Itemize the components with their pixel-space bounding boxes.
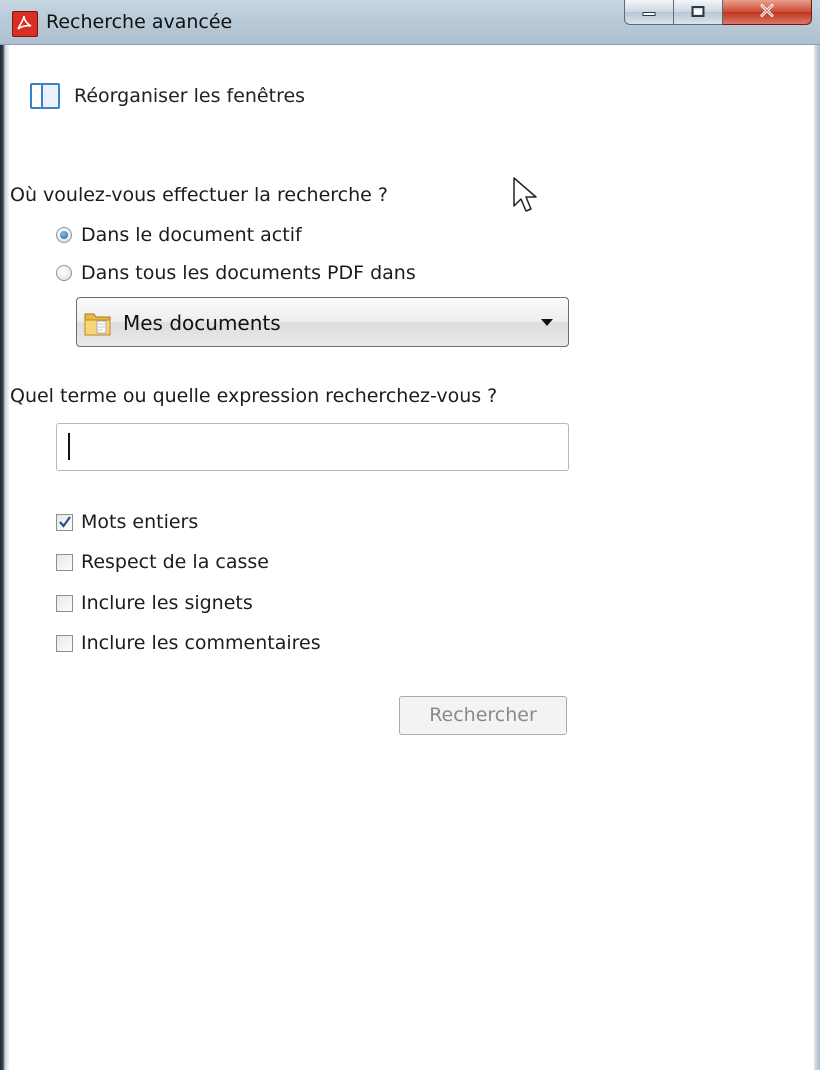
maximize-button[interactable] xyxy=(674,0,723,25)
option-whole-words[interactable]: Mots entiers xyxy=(56,511,198,533)
radio-active-document[interactable]: Dans le document actif xyxy=(56,224,302,246)
checkbox[interactable] xyxy=(56,553,73,571)
radio-label: Dans le document actif xyxy=(81,224,302,246)
radio-all-pdf-documents[interactable]: Dans tous les documents PDF dans xyxy=(56,262,416,284)
close-button[interactable] xyxy=(723,0,812,25)
radio-label: Dans tous les documents PDF dans xyxy=(81,262,416,284)
arrange-windows-button[interactable]: Réorganiser les fenêtres xyxy=(30,81,305,111)
minimize-button[interactable] xyxy=(624,0,674,25)
minimize-icon xyxy=(642,3,656,22)
folder-icon xyxy=(83,308,113,342)
option-match-case[interactable]: Respect de la casse xyxy=(56,551,269,573)
folder-dropdown-value: Mes documents xyxy=(123,311,281,335)
window-left-border xyxy=(0,0,9,1070)
mouse-pointer-icon xyxy=(512,176,542,224)
checkbox-label: Mots entiers xyxy=(81,511,199,533)
checkbox-checked[interactable] xyxy=(56,513,73,531)
window-controls xyxy=(624,0,820,26)
radio-button[interactable] xyxy=(56,265,72,281)
search-button[interactable]: Rechercher xyxy=(399,696,567,735)
chevron-down-icon xyxy=(541,319,553,326)
acrobat-icon xyxy=(12,11,38,37)
arrange-windows-label: Réorganiser les fenêtres xyxy=(74,85,306,107)
checkbox-label: Inclure les signets xyxy=(81,592,253,614)
checkbox-label: Inclure les commentaires xyxy=(81,632,321,654)
checkbox-label: Respect de la casse xyxy=(81,551,269,573)
tile-windows-icon xyxy=(30,83,60,109)
maximize-icon xyxy=(691,3,705,22)
option-include-bookmarks[interactable]: Inclure les signets xyxy=(56,592,253,614)
title-bar: Recherche avancée xyxy=(0,0,820,45)
checkbox[interactable] xyxy=(56,634,73,652)
option-include-comments[interactable]: Inclure les commentaires xyxy=(56,632,321,654)
window-right-border xyxy=(814,0,820,1070)
text-caret xyxy=(68,433,70,460)
term-question: Quel terme ou quelle expression recherch… xyxy=(10,385,498,407)
radio-button-selected[interactable] xyxy=(56,227,72,243)
window-title: Recherche avancée xyxy=(46,11,233,33)
location-question: Où voulez-vous effectuer la recherche ? xyxy=(10,184,388,206)
close-icon xyxy=(759,3,775,22)
checkbox[interactable] xyxy=(56,594,73,612)
folder-dropdown[interactable]: Mes documents xyxy=(76,297,569,347)
search-term-input[interactable] xyxy=(56,423,569,471)
